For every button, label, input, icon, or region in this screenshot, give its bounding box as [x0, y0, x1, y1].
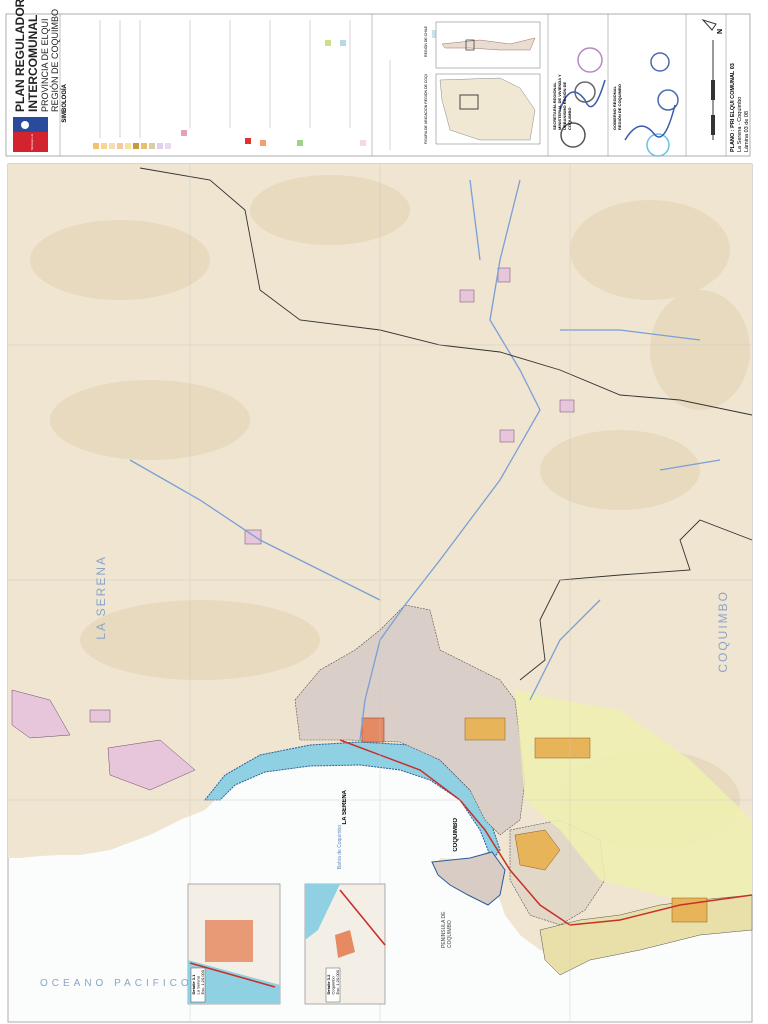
header-frame — [5, 13, 751, 157]
ministry-logo-text: Ministerio de Vivienda y Urbanismo — [30, 134, 34, 150]
gobierno-signature-label: GOBIERNO REGIONAL REGIÓN DE COQUIMBO — [612, 83, 622, 130]
locator-chile-map — [435, 21, 541, 69]
label-peninsula: PENINSULA DE COQUIMBO — [441, 911, 453, 948]
subtitle-line-2: REGIÓN DE COQUIMBO — [50, 8, 60, 112]
seremi-signature-label: SECRETARÍA REGIONAL MINISTERIAL DE VIVIE… — [552, 74, 572, 130]
label-coquimbo-commune: COQUIMBO — [716, 590, 730, 673]
plan-communes: La Serena - Coquimbo — [737, 96, 743, 152]
plan-sheet: Lámina 03 de 08 — [744, 111, 750, 152]
plano-label: PLANO : — [730, 129, 736, 152]
north-label: N — [717, 28, 725, 35]
symbology-heading: SIMBOLOGÍA — [62, 84, 68, 123]
inset-caption-coquimbo: Detalle 3.2 Coquimbo Esc. 1:20.000 — [326, 970, 341, 995]
plan-info: PLANO : PRI ELQUI COMUNAL 03 La Serena -… — [730, 60, 751, 152]
inset-scale: Esc. 1:20.000 — [335, 970, 340, 995]
plan-title: PLAN REGULADOR INTERCOMUNAL — [13, 0, 40, 112]
label-coquimbo-city: COQUIMBO — [453, 818, 459, 852]
plan-subtitle: PROVINCIA DE ELQUI REGIÓN DE COQUIMBO — [40, 8, 60, 112]
inset-detail-coquimbo — [304, 883, 386, 1005]
inset-caption-la-serena: Detalle 3.1 La Serena Esc. 1:20.000 — [191, 970, 206, 995]
label-ocean: OCEANO PACIFICO — [40, 978, 193, 989]
inset-scale: Esc. 1:20.000 — [200, 970, 205, 995]
locator-region-map — [435, 73, 541, 145]
title-line-2: INTERCOMUNAL — [26, 14, 40, 112]
label-la-serena-commune: LA SERENA — [94, 555, 108, 640]
plano-code: PRI ELQUI COMUNAL 03 — [730, 63, 736, 128]
locator-region-title: FIGURA DE UBICACIÓN REGIÓN DE COQUIMBO — [424, 74, 428, 144]
label-bay: Bahía de Coquimbo — [337, 825, 343, 870]
label-la-serena-city: LA SERENA — [342, 790, 348, 825]
map-sheet — [0, 0, 768, 1024]
subtitle-line-1: PROVINCIA DE ELQUI — [40, 18, 50, 112]
locator-chile-title: REGIÓN DE CHILE — [424, 26, 428, 57]
historic-center-la-serena — [361, 717, 385, 743]
